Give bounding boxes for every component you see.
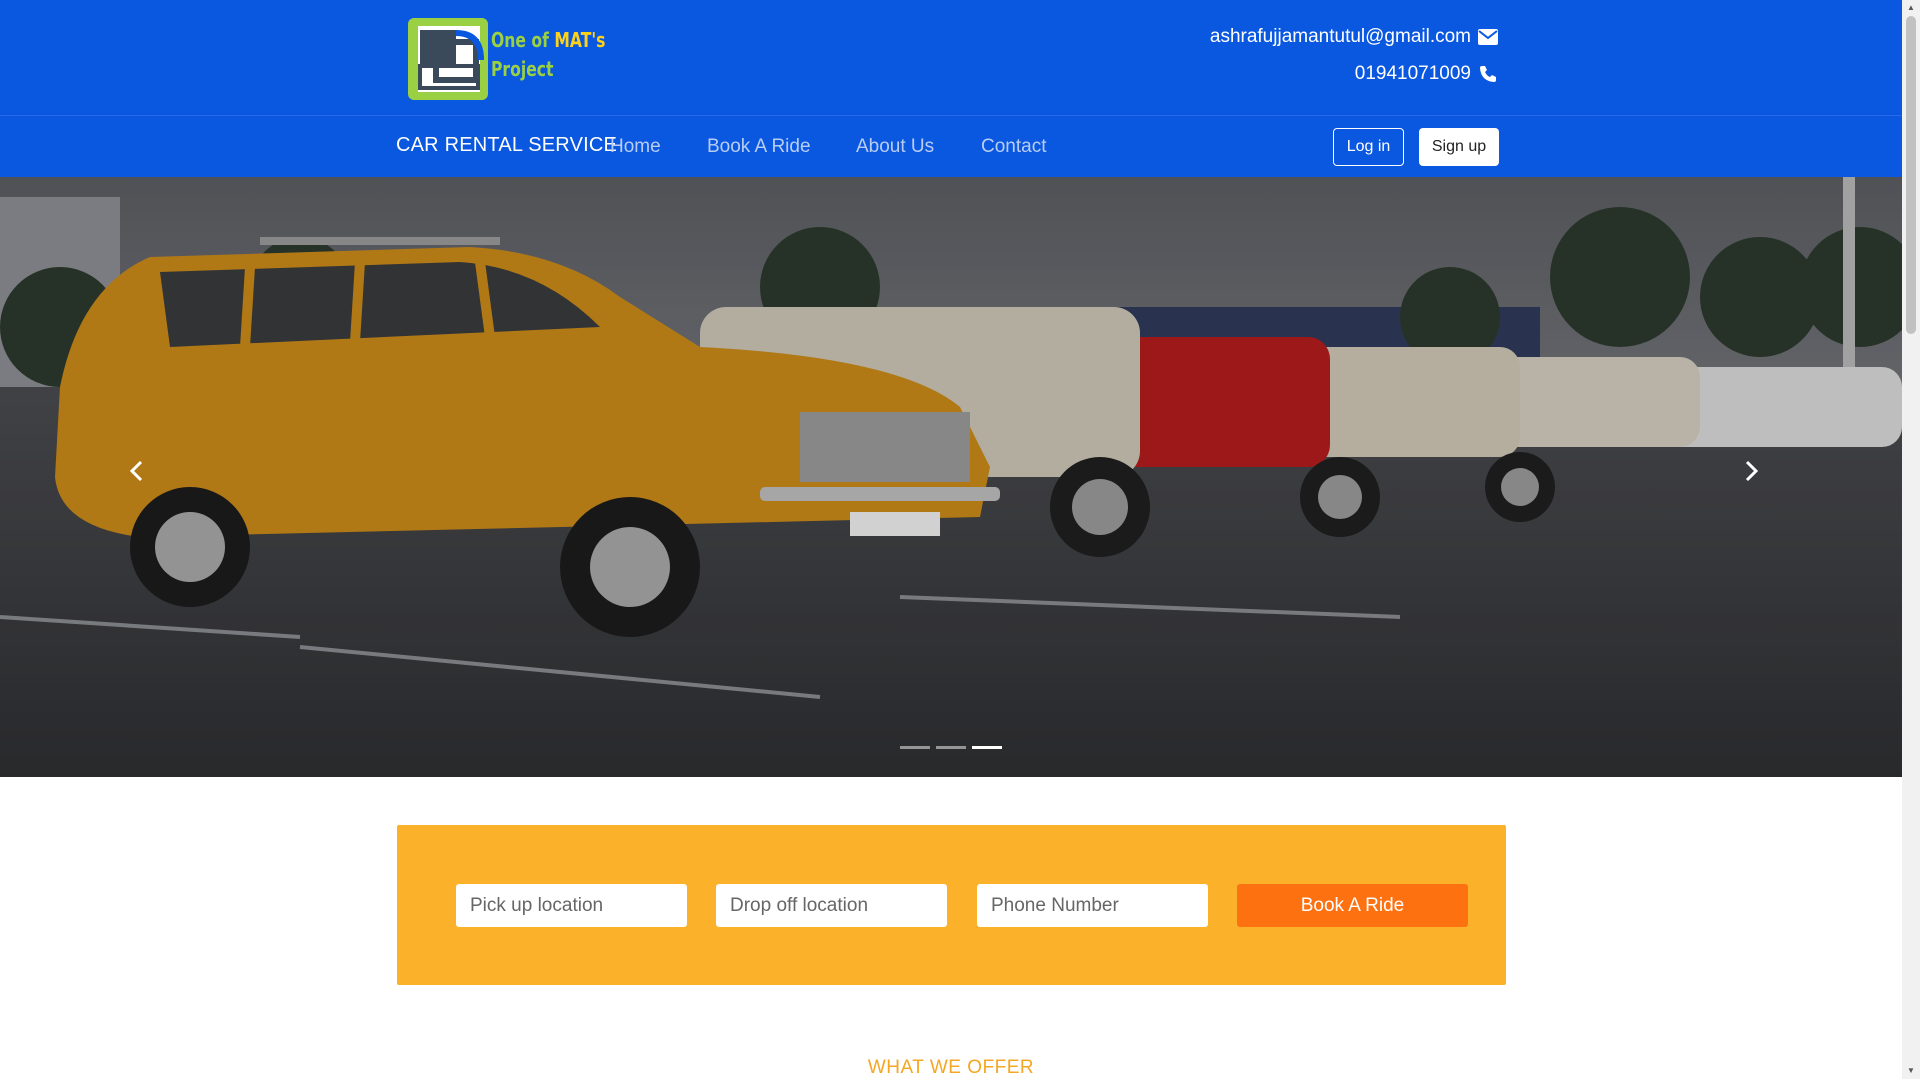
hero-image (0, 177, 1902, 777)
phone-number-input[interactable] (977, 884, 1208, 927)
logo-text: One of MAT's Project (491, 28, 606, 81)
nav-about-us[interactable]: About Us (856, 136, 934, 158)
chevron-right-icon (1745, 460, 1759, 482)
carousel-indicator-2[interactable] (936, 746, 966, 749)
nav-home[interactable]: Home (610, 136, 661, 158)
carousel-next-button[interactable] (1744, 460, 1774, 490)
scroll-up-arrow-icon[interactable]: ▲ (1906, 3, 1916, 13)
hero-carousel[interactable] (0, 177, 1902, 777)
site-logo[interactable]: One of MAT's Project (406, 16, 605, 102)
chevron-left-icon (129, 460, 143, 482)
dropoff-location-input[interactable] (716, 884, 947, 927)
book-a-ride-button[interactable]: Book A Ride (1237, 884, 1468, 927)
login-button[interactable]: Log in (1333, 128, 1404, 166)
carousel-prev-button[interactable] (128, 460, 158, 490)
phone-icon (1478, 64, 1498, 84)
booking-form: Book A Ride (397, 825, 1506, 985)
carousel-indicator-1[interactable] (900, 746, 930, 749)
section-title-what-we-offer: WHAT WE OFFER (867, 1057, 1035, 1078)
phone-text[interactable]: 01941071009 (1355, 63, 1471, 85)
envelope-icon (1478, 27, 1498, 47)
signup-button[interactable]: Sign up (1419, 128, 1499, 166)
main-navbar: CAR RENTAL SERVICE Home Book A Ride Abou… (0, 115, 1902, 177)
page-scrollbar[interactable]: ▲ ▼ (1902, 0, 1920, 1079)
brand-name[interactable]: CAR RENTAL SERVICE (396, 134, 617, 157)
pickup-location-input[interactable] (456, 884, 687, 927)
contact-phone[interactable]: 01941071009 (1355, 63, 1498, 85)
logo-mark-icon (408, 18, 488, 100)
scrollbar-thumb[interactable] (1906, 16, 1916, 334)
contact-email[interactable]: ashrafujjamantutul@gmail.com (1210, 26, 1498, 48)
scroll-down-arrow-icon[interactable]: ▼ (1906, 1066, 1916, 1076)
carousel-indicator-3[interactable] (972, 746, 1002, 749)
nav-contact[interactable]: Contact (981, 136, 1046, 158)
nav-book-a-ride[interactable]: Book A Ride (707, 136, 811, 158)
email-text[interactable]: ashrafujjamantutul@gmail.com (1210, 26, 1471, 48)
carousel-indicators (900, 746, 1002, 749)
top-header: One of MAT's Project ashrafujjamantutul@… (0, 0, 1902, 115)
